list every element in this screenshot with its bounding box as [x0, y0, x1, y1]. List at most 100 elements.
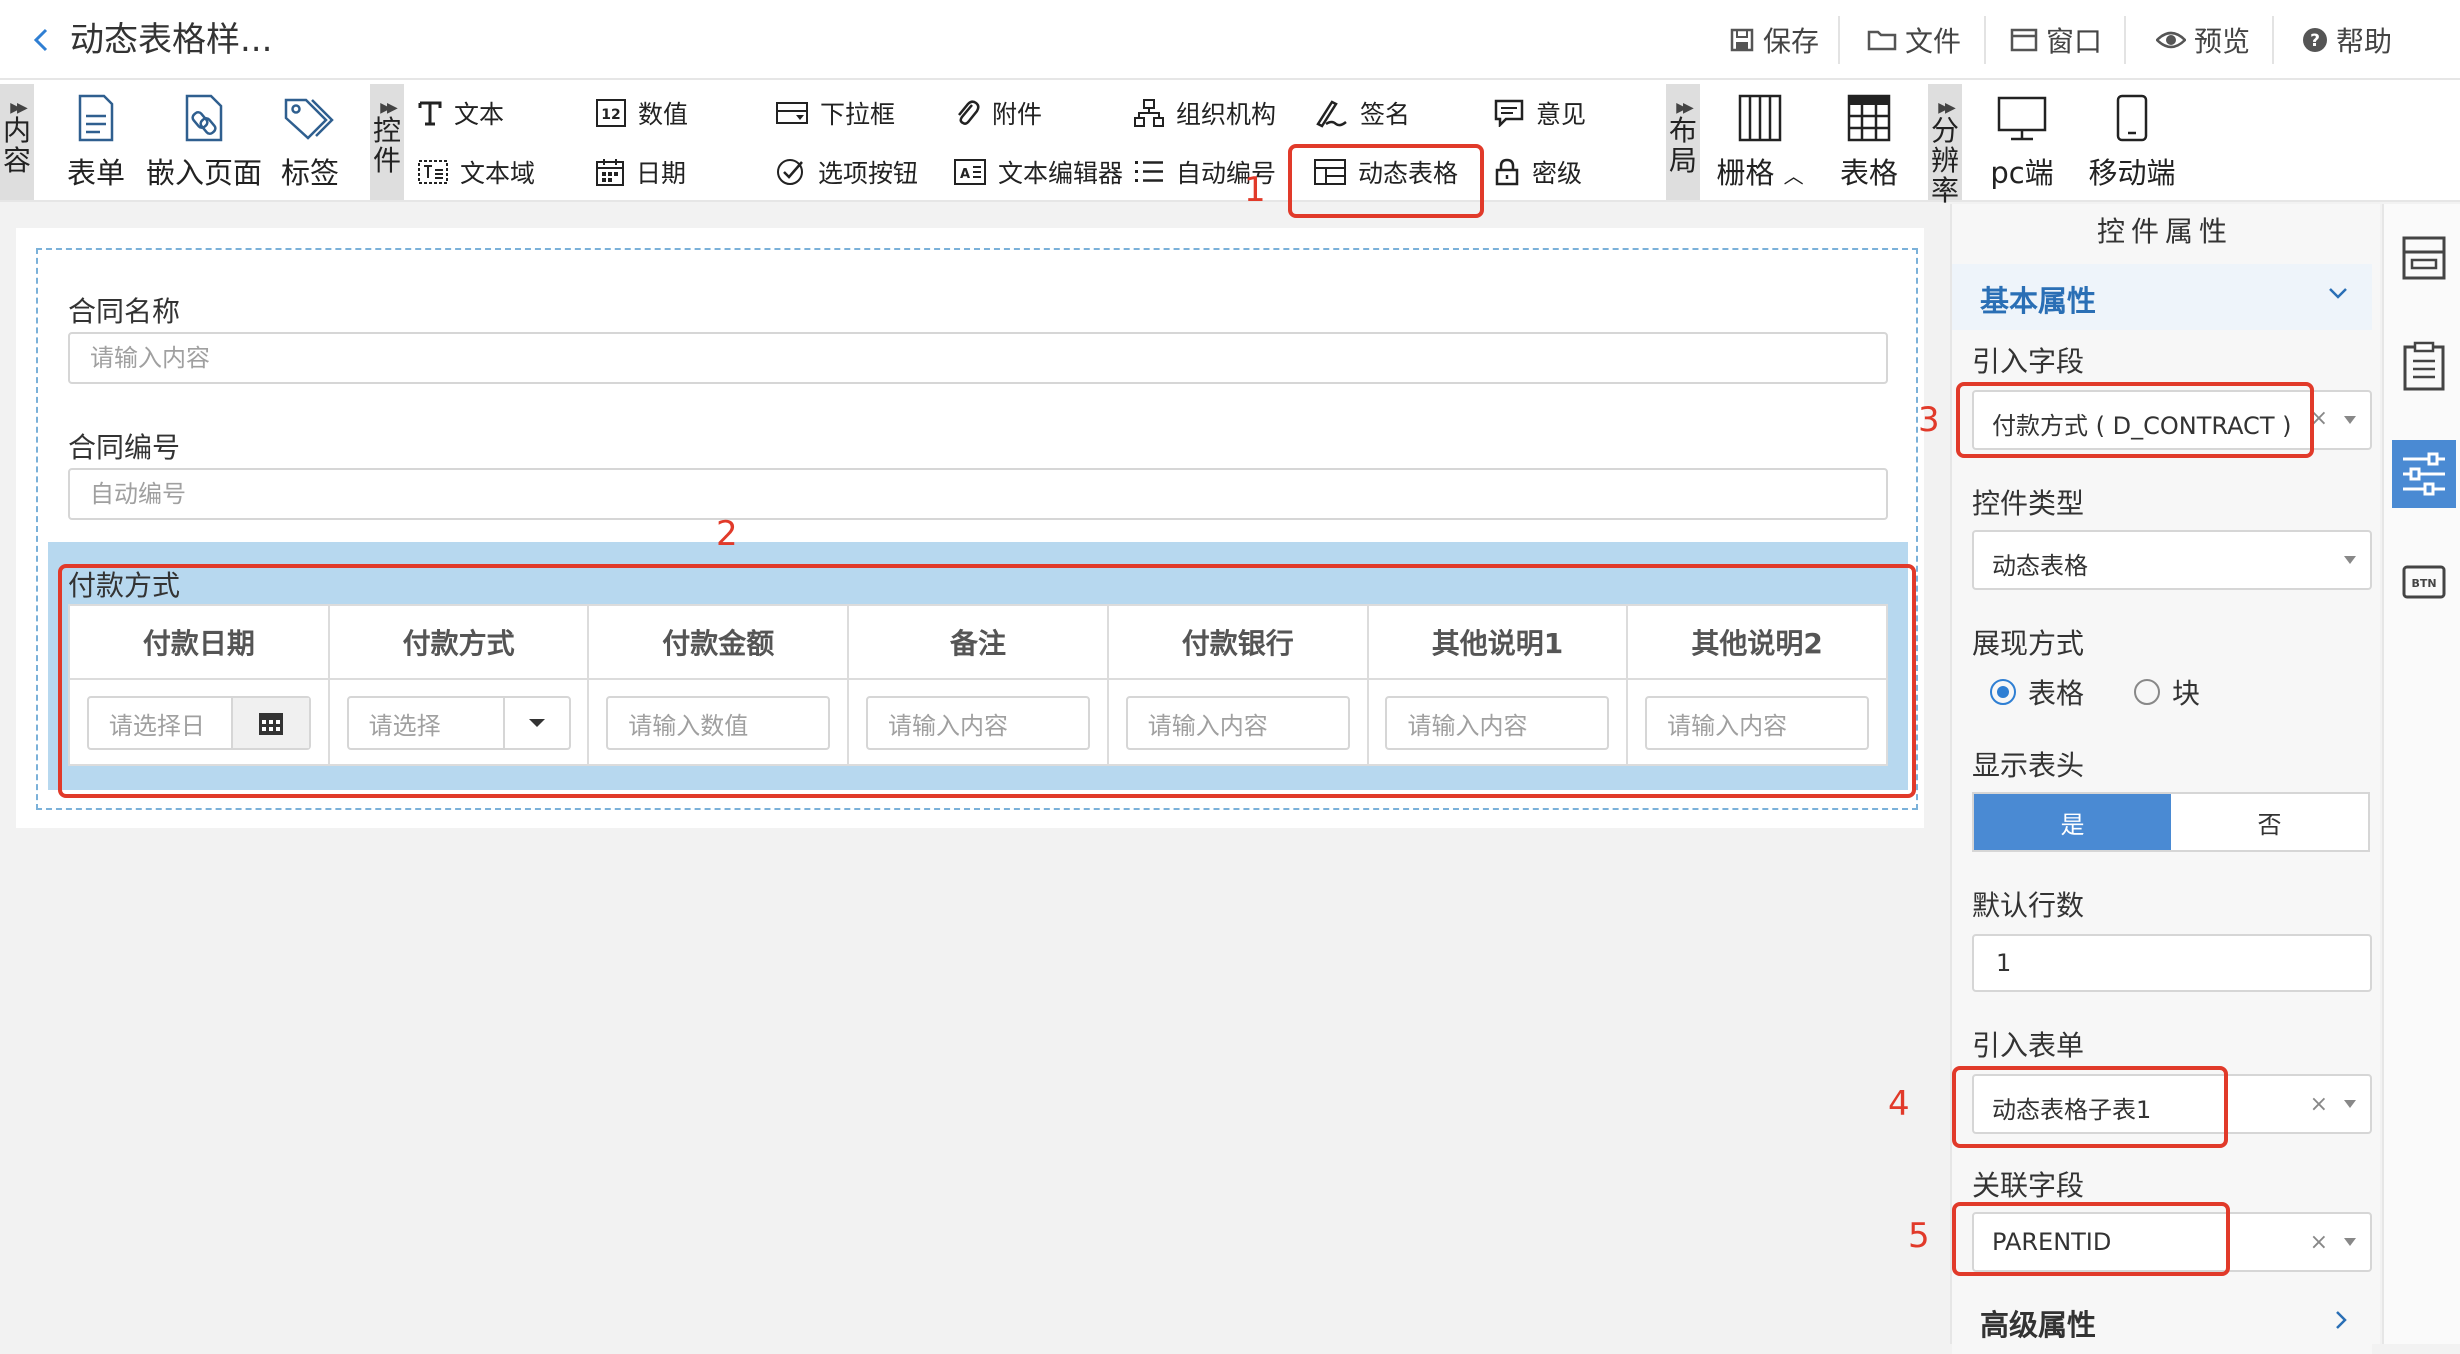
sidebar-component-button[interactable]: [2392, 224, 2456, 292]
caret-down-icon: [528, 719, 545, 727]
tool-label: 表单: [66, 156, 125, 190]
calendar-button[interactable]: [230, 698, 309, 748]
tool-table[interactable]: 表格: [1826, 86, 1912, 198]
tool-dynamic-table[interactable]: 动态表格: [1314, 152, 1458, 192]
sidebar-form-list-button[interactable]: [2392, 332, 2456, 400]
clear-icon[interactable]: ×: [2310, 1092, 2328, 1117]
section-title: 基本属性: [1980, 284, 2097, 318]
clear-icon[interactable]: ×: [2310, 406, 2328, 431]
radio-block-option[interactable]: [2134, 679, 2161, 705]
folder-icon: [1867, 30, 1897, 51]
chevron-down-icon: [2329, 288, 2347, 299]
show-header-no-button[interactable]: 否: [2171, 794, 2368, 850]
group-label: 控件: [372, 114, 401, 177]
tool-number[interactable]: 12 数值: [596, 93, 688, 133]
column-header: 付款日期: [142, 627, 255, 660]
subform-select[interactable]: 动态表格子表1 ×: [1972, 1074, 2372, 1134]
other-note-2-input[interactable]: 请输入内容: [1645, 696, 1870, 750]
menu-preview-button[interactable]: 预览: [2148, 0, 2258, 80]
field-label-contract-name: 合同名称: [68, 295, 181, 328]
table-row: 请选择日 请选择 请输入数值 请输入内容 请输入内容 请输入内容 请输入内容: [70, 680, 1886, 766]
number-icon: 12: [596, 99, 626, 127]
group-label: 内容: [2, 114, 31, 177]
toolbar-group-controls[interactable]: ▶▶ 控件: [370, 84, 404, 200]
remark-input[interactable]: 请输入内容: [866, 696, 1091, 750]
chevron-up-icon: ︿: [1783, 164, 1804, 188]
sidebar-button-widget[interactable]: BTN: [2392, 548, 2456, 616]
show-header-yes-button[interactable]: 是: [1974, 794, 2171, 850]
caret-down-icon: [2344, 1100, 2356, 1108]
basic-properties-header[interactable]: 基本属性: [1952, 264, 2372, 330]
tool-comment[interactable]: 意见: [1494, 93, 1586, 133]
tool-attachment[interactable]: 附件: [954, 93, 1042, 133]
radio-label: 块: [2172, 677, 2201, 710]
payment-date-picker[interactable]: 请选择日: [86, 696, 311, 750]
panel-title: 控件属性: [2096, 215, 2233, 248]
back-arrow-icon[interactable]: [28, 26, 56, 54]
display-mode-label: 展现方式: [1972, 627, 2085, 660]
default-rows-input[interactable]: 1: [1972, 934, 2372, 992]
control-type-select[interactable]: 动态表格: [1972, 530, 2372, 590]
toolbar-group-resolution[interactable]: ▶▶ 分辨率: [1928, 84, 1962, 206]
tool-radio-option[interactable]: 选项按钮: [776, 152, 918, 192]
contract-number-input[interactable]: 自动编号: [68, 468, 1888, 520]
sidebar-properties-button[interactable]: [2392, 440, 2456, 508]
sliders-icon: [2403, 452, 2445, 496]
advanced-properties-header[interactable]: 高级属性: [1952, 1288, 2372, 1354]
link-field-select[interactable]: PARENTID ×: [1972, 1212, 2372, 1272]
select-value: 动态表格子表1: [1992, 1096, 2152, 1124]
display-mode-radio-group: 表格 块: [1990, 672, 2200, 712]
payment-amount-input[interactable]: 请输入数值: [606, 696, 831, 750]
dynamic-table-title: 付款方式: [68, 569, 181, 602]
radio-table-option[interactable]: [1990, 679, 2016, 705]
tool-text[interactable]: 文本: [418, 93, 504, 133]
lock-icon: [1495, 158, 1519, 186]
tool-textarea[interactable]: 文本域: [418, 152, 535, 192]
control-type-label: 控件类型: [1972, 487, 2085, 520]
tool-date[interactable]: 日期: [596, 152, 686, 192]
menu-file-button[interactable]: 文件: [1862, 0, 1966, 80]
tool-signature[interactable]: 签名: [1314, 93, 1410, 133]
payment-bank-input[interactable]: 请输入内容: [1125, 696, 1350, 750]
payment-method-select[interactable]: 请选择: [346, 696, 571, 750]
caret-down-icon: [2344, 1238, 2356, 1246]
other-note-1-input[interactable]: 请输入内容: [1385, 696, 1610, 750]
svg-text:?: ?: [2310, 31, 2320, 51]
tool-rich-editor[interactable]: A 文本编辑器: [954, 152, 1123, 192]
radio-label: 表格: [2028, 677, 2085, 710]
menu-save-button[interactable]: 保存: [1724, 0, 1824, 80]
tool-embed-page[interactable]: 嵌入页面: [144, 86, 264, 198]
tool-label: 附件: [992, 100, 1043, 129]
subform-label: 引入表单: [1972, 1029, 2085, 1062]
menu-divider: [2272, 16, 2274, 64]
menu-label: 帮助: [2335, 25, 2392, 58]
menu-help-button[interactable]: ? 帮助: [2292, 0, 2402, 80]
tool-tag[interactable]: 标签: [270, 86, 350, 198]
page-title: 动态表格样...: [70, 20, 273, 60]
clear-icon[interactable]: ×: [2310, 1230, 2328, 1255]
tool-label: 密级: [1532, 159, 1583, 188]
input-placeholder: 请输入数值: [628, 711, 749, 740]
field-source-select[interactable]: 付款方式 ( D_CONTRACT ) ×: [1972, 390, 2372, 450]
tool-mobile[interactable]: 移动端: [2084, 86, 2180, 198]
toolbar-group-layout[interactable]: ▶▶ 布局: [1666, 84, 1700, 200]
toolbar-group-content[interactable]: ▶▶ 内容: [0, 84, 34, 200]
tool-form[interactable]: 表单: [56, 86, 136, 198]
signature-icon: [1316, 100, 1347, 128]
tool-pc[interactable]: pc端: [1978, 86, 2066, 198]
text-icon: [418, 101, 442, 126]
tool-grid[interactable]: 栅格 ︿: [1712, 86, 1808, 198]
table-header-cell: 付款方式: [330, 606, 590, 678]
field-source-label: 引入字段: [1972, 345, 2085, 378]
tool-security-level[interactable]: 密级: [1494, 152, 1582, 192]
tool-dropdown[interactable]: 下拉框: [776, 93, 895, 133]
table-header-cell: 付款金额: [589, 606, 850, 678]
input-placeholder: 请选择日: [108, 711, 205, 740]
tool-org[interactable]: 组织机构: [1134, 93, 1276, 133]
menu-label: 保存: [1762, 25, 1819, 58]
menu-window-button[interactable]: 窗口: [2004, 0, 2108, 80]
comment-icon: [1494, 99, 1524, 127]
contract-name-input[interactable]: 请输入内容: [68, 332, 1888, 384]
dropdown-toggle[interactable]: [502, 698, 569, 748]
mobile-icon: [2116, 94, 2148, 142]
